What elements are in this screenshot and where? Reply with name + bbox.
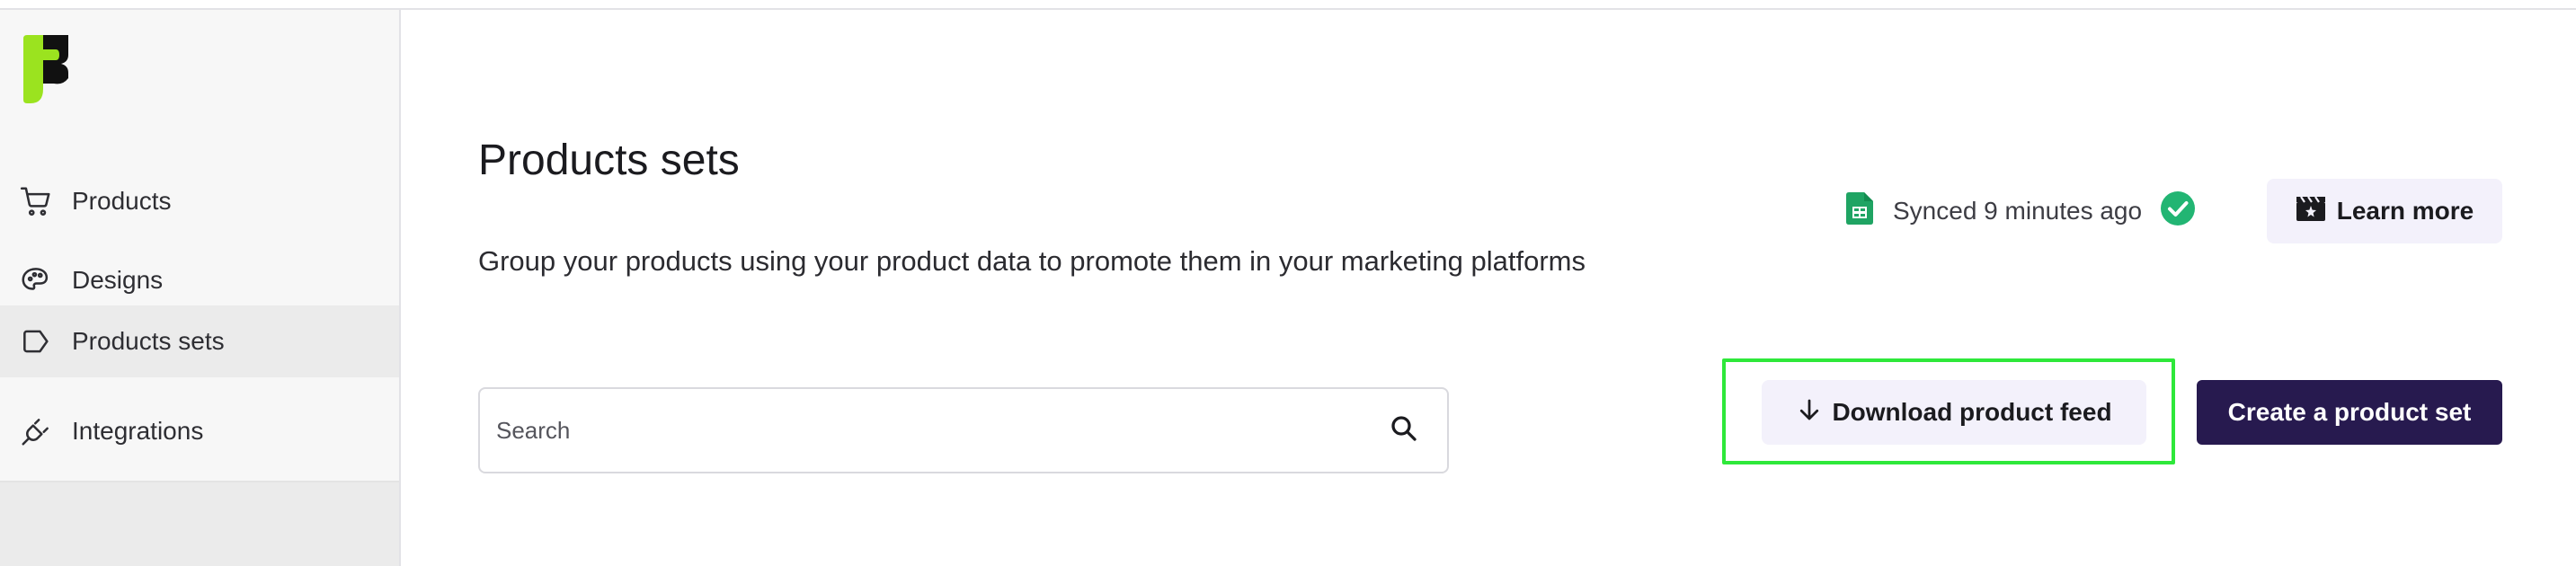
tag-icon	[18, 323, 54, 359]
sidebar-item-integrations[interactable]: Integrations	[0, 395, 399, 467]
search-icon[interactable]	[1388, 412, 1431, 449]
sidebar-nav: Products Designs Products sets Integrati…	[0, 10, 399, 482]
page-title: Products sets	[478, 137, 740, 184]
learn-more-button[interactable]: Learn more	[2267, 179, 2502, 243]
clapperboard-icon	[2296, 195, 2337, 228]
search-field[interactable]	[478, 387, 1449, 473]
sidebar-item-label: Products	[72, 187, 172, 215]
check-circle-icon	[2142, 190, 2196, 233]
sync-status: Synced 9 minutes ago	[1846, 190, 2196, 233]
sidebar-item-label: Integrations	[72, 417, 204, 445]
sidebar-item-products[interactable]: Products	[0, 165, 399, 237]
cart-icon	[18, 183, 54, 219]
create-product-set-button[interactable]: Create a product set	[2197, 380, 2502, 445]
plug-icon	[18, 413, 54, 449]
palette-icon	[18, 262, 54, 298]
top-border	[0, 0, 2576, 10]
sidebar-item-products-sets[interactable]: Products sets	[0, 305, 399, 377]
sidebar-item-label: Designs	[72, 266, 164, 294]
download-product-feed-button[interactable]: Download product feed	[1762, 380, 2146, 445]
arrow-down-icon	[1796, 395, 1832, 430]
google-sheets-icon	[1846, 191, 1893, 231]
main-content: Products sets Group your products using …	[401, 10, 2576, 566]
sync-status-text: Synced 9 minutes ago	[1893, 197, 2143, 225]
sidebar: Products Designs Products sets Integrati…	[0, 10, 401, 566]
learn-more-label: Learn more	[2336, 197, 2474, 225]
search-input[interactable]	[496, 416, 1388, 445]
brand-logo-icon[interactable]	[23, 35, 70, 103]
page-subtitle: Group your products using your product d…	[478, 245, 1586, 277]
download-product-feed-label: Download product feed	[1832, 398, 2112, 426]
sidebar-item-label: Products sets	[72, 327, 225, 355]
